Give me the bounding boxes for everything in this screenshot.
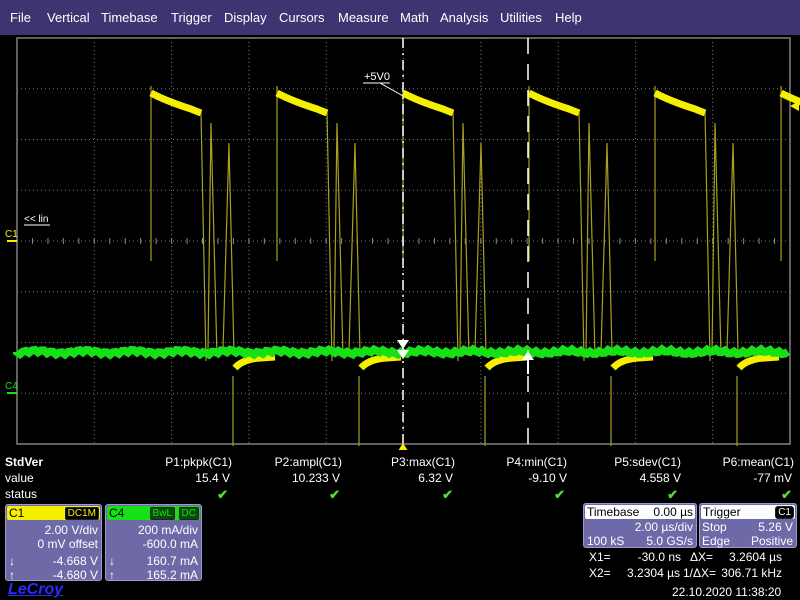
timebase-sample-rate: 5.0 GS/s bbox=[646, 534, 693, 548]
channel-c4-panel[interactable]: C4 BwL DC 200 mA/div -600.0 mA ↓ 160.7 m… bbox=[105, 504, 202, 582]
c1-ground-marker[interactable]: C1 bbox=[5, 229, 18, 240]
cursor-dx-value: 3.2604 µs bbox=[729, 550, 782, 564]
timebase-samples: 100 kS bbox=[587, 534, 625, 548]
trigger-slope: Positive bbox=[750, 534, 793, 548]
menu-cursors[interactable]: Cursors bbox=[279, 10, 325, 25]
timebase-panel[interactable]: Timebase 0.00 µs 2.00 µs/div 100 kS 5.0 … bbox=[583, 503, 697, 548]
meas-status-label: status bbox=[5, 487, 38, 501]
c1-cursor1-arrow-icon: ↓ bbox=[9, 554, 15, 568]
menu-trigger[interactable]: Trigger bbox=[171, 10, 212, 25]
meas-value-label: value bbox=[5, 471, 34, 485]
c1-header: C1 DC1M bbox=[7, 506, 100, 520]
trigger-header: Trigger C1 bbox=[701, 505, 795, 519]
channel-c1-panel[interactable]: C1 DC1M 2.00 V/div 0 mV offset ↓ -4.668 … bbox=[5, 504, 102, 582]
cursor-inv-dx-label: 1/ΔX= bbox=[683, 566, 717, 580]
cursor-dx-label: ΔX= bbox=[690, 550, 714, 564]
trigger-label: Trigger bbox=[703, 505, 741, 519]
c1-coupling-badge: DC1M bbox=[64, 507, 99, 520]
trigger-type: Edge bbox=[702, 534, 731, 548]
c4-scale: 200 mA/div bbox=[137, 523, 198, 537]
c1-trace-edges bbox=[150, 86, 782, 446]
c4-coupling-badge: DC bbox=[178, 507, 199, 520]
menu-measure[interactable]: Measure bbox=[338, 10, 389, 25]
c4-cursor1-arrow-icon: ↓ bbox=[109, 554, 115, 568]
c4-cursor1-value: 160.7 mA bbox=[146, 554, 198, 568]
menu-help[interactable]: Help bbox=[555, 10, 582, 25]
menu-file[interactable]: File bbox=[10, 10, 31, 25]
status-check-icon: ✔ bbox=[781, 487, 792, 502]
meas-value-row: value 15.4 V 10.233 V 6.32 V -9.10 V 4.5… bbox=[0, 471, 800, 487]
waveform-display[interactable]: +5V0 << lin C1 C4 bbox=[0, 35, 800, 450]
trigger-level: 5.26 V bbox=[758, 520, 793, 534]
c4-bandwidth-badge: BwL bbox=[149, 507, 175, 520]
cursor-x1-label: X1= bbox=[589, 550, 611, 564]
cursor-x2-value: 3.2304 µs bbox=[627, 566, 680, 580]
timebase-label: Timebase bbox=[587, 505, 640, 519]
cursor-x2-label: X2= bbox=[589, 566, 611, 580]
timebase-header: Timebase 0.00 µs bbox=[585, 505, 695, 519]
menu-display[interactable]: Display bbox=[224, 10, 267, 25]
meas-value: -77 mV bbox=[753, 471, 792, 485]
trigger-level-label: +5V0 bbox=[364, 71, 390, 83]
c4-cursor2-arrow-icon: ↑ bbox=[109, 568, 115, 582]
timestamp: 22.10.2020 11:38:20 bbox=[672, 585, 782, 599]
timebase-delay: 0.00 µs bbox=[653, 505, 693, 519]
c1-cursor2-value: -4.680 V bbox=[52, 568, 98, 582]
c4-header: C4 BwL DC bbox=[107, 506, 200, 520]
menu-utilities[interactable]: Utilities bbox=[500, 10, 542, 25]
meas-status-row: status ✔ ✔ ✔ ✔ ✔ ✔ bbox=[0, 487, 800, 503]
c1-offset: 0 mV offset bbox=[37, 537, 98, 551]
trigger-panel[interactable]: Trigger C1 Stop 5.26 V Edge Positive bbox=[699, 503, 797, 548]
lecroy-logo: LeCroy bbox=[8, 581, 64, 598]
menu-timebase[interactable]: Timebase bbox=[101, 10, 158, 25]
c4-offset: -600.0 mA bbox=[142, 537, 198, 551]
trigger-source-badge: C1 bbox=[775, 506, 794, 519]
trigger-level-pointer bbox=[379, 82, 404, 97]
c1-ground-marker-bar bbox=[7, 240, 17, 242]
menu-math[interactable]: Math bbox=[400, 10, 429, 25]
trigger-mode: Stop bbox=[702, 520, 727, 534]
timebase-scale: 2.00 µs/div bbox=[634, 520, 693, 534]
cursor-x1-value: -30.0 ns bbox=[637, 550, 681, 564]
menu-analysis[interactable]: Analysis bbox=[440, 10, 488, 25]
lin-label: << lin bbox=[24, 214, 48, 225]
traces bbox=[13, 86, 800, 446]
c1-cursor1-value: -4.668 V bbox=[52, 554, 98, 568]
measurement-table: StdVer P1:pkpk(C1) P2:ampl(C1) P3:max(C1… bbox=[0, 452, 800, 504]
menu-vertical[interactable]: Vertical bbox=[47, 10, 90, 25]
c4-label: C4 bbox=[109, 506, 125, 520]
c4-ground-marker[interactable]: C4 bbox=[5, 381, 18, 392]
cursor-inv-dx-value: 306.71 kHz bbox=[721, 566, 782, 580]
c4-ground-marker-bar bbox=[7, 392, 17, 394]
c1-scale: 2.00 V/div bbox=[44, 523, 98, 537]
meas-header-row: StdVer P1:pkpk(C1) P2:ampl(C1) P3:max(C1… bbox=[0, 455, 800, 471]
meas-param-name[interactable]: P6:mean(C1) bbox=[654, 455, 794, 469]
c1-cursor2-arrow-icon: ↑ bbox=[9, 568, 15, 582]
meas-title: StdVer bbox=[5, 455, 44, 469]
c1-label: C1 bbox=[9, 506, 25, 520]
menu-bar: File Vertical Timebase Trigger Display C… bbox=[0, 0, 800, 35]
c4-cursor2-value: 165.2 mA bbox=[146, 568, 198, 582]
